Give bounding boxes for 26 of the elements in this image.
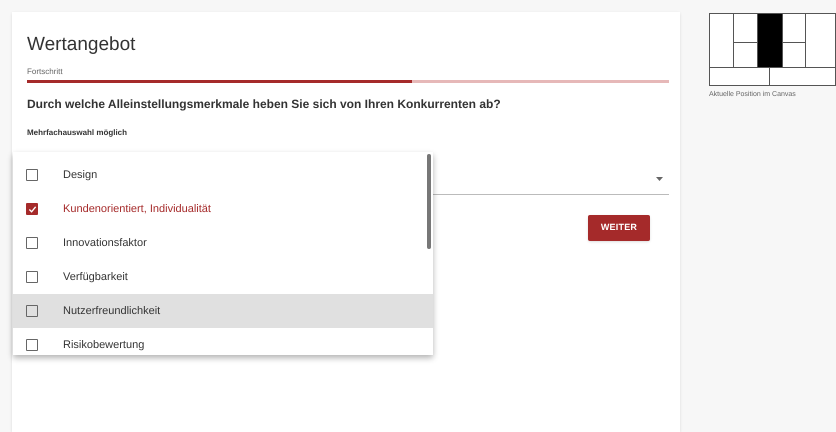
scrollbar-thumb[interactable]: [427, 154, 431, 249]
option-label: Risikobewertung: [63, 338, 144, 353]
option-label: Kundenorientiert, Individualität: [63, 202, 211, 217]
checkbox[interactable]: [26, 203, 38, 215]
option-label: Verfügbarkeit: [63, 270, 128, 285]
option-item[interactable]: Verfügbarkeit: [13, 260, 433, 294]
option-item[interactable]: Innovationsfaktor: [13, 226, 433, 260]
option-label: Nutzerfreundlichkeit: [63, 304, 160, 319]
checkbox[interactable]: [26, 305, 38, 317]
option-item[interactable]: Nutzerfreundlichkeit: [13, 294, 433, 328]
check-icon: [28, 204, 36, 214]
page-title: Wertangebot: [27, 33, 136, 57]
checkbox[interactable]: [26, 169, 38, 181]
question-text: Durch welche Alleinstellungsmerkmale heben Sie sich von Ihren Konkurrenten ab?: [27, 96, 502, 113]
option-label: Innovationsfaktor: [63, 236, 147, 251]
checkbox[interactable]: [26, 271, 38, 283]
option-item[interactable]: Design: [13, 158, 433, 192]
option-item[interactable]: Risikobewertung: [13, 328, 433, 355]
checkbox[interactable]: [26, 237, 38, 249]
caret-icon: [656, 177, 663, 181]
option-item[interactable]: Kundenorientiert, Individualität: [13, 192, 433, 226]
option-label: Design: [63, 168, 98, 183]
hint-text: Mehrfachauswahl möglich: [27, 127, 128, 139]
next-button[interactable]: WEITER: [588, 215, 650, 241]
progress-label: Fortschritt: [27, 66, 64, 78]
checkbox[interactable]: [26, 339, 38, 351]
